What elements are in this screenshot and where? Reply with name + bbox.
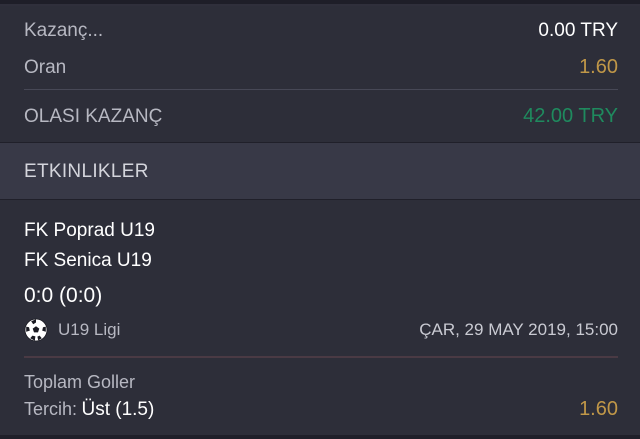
summary-divider: [24, 89, 618, 90]
away-team: FK Senica U19: [24, 250, 152, 271]
winnings-value: 0.00 TRY: [538, 20, 618, 41]
odds-row: Oran 1.60: [24, 56, 618, 79]
selection-odds: 1.60: [579, 398, 618, 420]
market-name: Toplam Goller: [24, 372, 136, 392]
event-card[interactable]: FK Poprad U19 FK Senica U19 0:0 (0:0) U1…: [0, 200, 640, 439]
potential-winnings-row: OLASI KAZANÇ 42.00 TRY: [24, 105, 618, 128]
league-row: U19 Ligi ÇAR, 29 MAY 2019, 15:00: [24, 318, 618, 342]
soccer-ball-icon: [24, 318, 48, 342]
event-datetime: ÇAR, 29 MAY 2019, 15:00: [419, 320, 618, 339]
match-score: 0:0 (0:0): [24, 284, 103, 307]
events-section-header: ETKINLIKLER: [0, 142, 640, 200]
bottom-edge: [0, 435, 640, 439]
home-team: FK Poprad U19: [24, 220, 155, 241]
potential-winnings-label: OLASI KAZANÇ: [24, 105, 163, 127]
selection-label: Tercih:: [24, 398, 78, 419]
potential-winnings-value: 42.00 TRY: [523, 105, 618, 127]
bet-summary-panel: Kazanç... 0.00 TRY Oran 1.60 OLASI KAZAN…: [0, 6, 640, 142]
odds-label: Oran: [24, 56, 67, 78]
league-name: U19 Ligi: [58, 320, 121, 339]
winnings-row: Kazanç... 0.00 TRY: [24, 20, 618, 42]
selection-value: Üst (1.5): [81, 398, 155, 420]
winnings-label: Kazanç...: [24, 20, 104, 41]
odds-value: 1.60: [579, 56, 618, 78]
events-section-title: ETKINLIKLER: [24, 161, 149, 182]
selection-row: Tercih: Üst (1.5) 1.60: [24, 398, 618, 421]
event-divider: [24, 356, 618, 358]
